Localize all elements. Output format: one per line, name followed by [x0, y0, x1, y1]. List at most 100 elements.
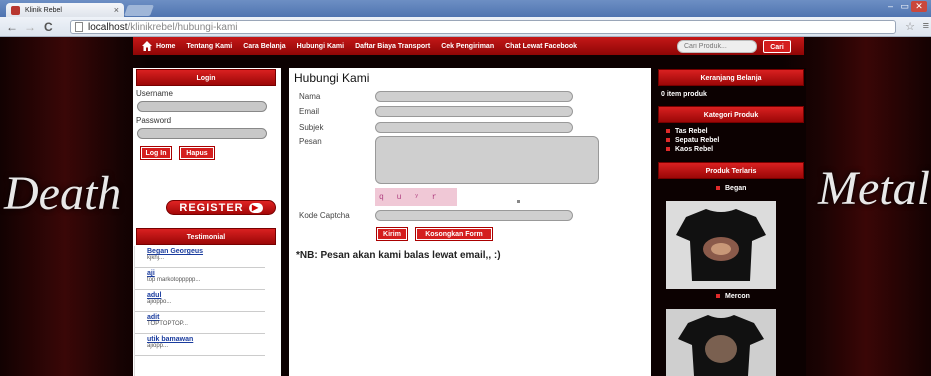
category-item[interactable]: Sepatu Rebel	[666, 136, 719, 145]
nav-tentang-kami[interactable]: Tentang Kami	[186, 43, 232, 50]
nav-cek-pengiriman[interactable]: Cek Pengiriman	[441, 43, 494, 50]
tab-close-icon[interactable]: ×	[114, 5, 119, 15]
nav-hubungi-kami[interactable]: Hubungi Kami	[297, 43, 344, 50]
nav-home[interactable]: Home	[141, 40, 175, 52]
cart-heading: Keranjang Belanja	[658, 69, 804, 86]
category-label: Tas Rebel	[675, 128, 708, 135]
testimonial-message: top markotoppppp...	[147, 277, 201, 283]
browser-tab[interactable]: Klinik Rebel ×	[6, 3, 124, 17]
captcha-marker	[517, 200, 520, 203]
search-button[interactable]: Cari	[763, 40, 791, 53]
new-tab-button[interactable]	[123, 5, 155, 16]
tshirt-icon	[666, 309, 776, 376]
page-title: Hubungi Kami	[294, 71, 370, 85]
category-label: Kaos Rebel	[675, 146, 714, 153]
category-list: Tas Rebel Sepatu Rebel Kaos Rebel	[666, 127, 719, 154]
product-label: Began	[725, 185, 747, 192]
send-button[interactable]: Kirim	[377, 228, 407, 240]
category-item[interactable]: Kaos Rebel	[666, 145, 719, 154]
testimonial-name[interactable]: adit	[147, 312, 253, 321]
contact-form-area: Hubungi Kami Nama Email Subjek Pesan q u…	[289, 68, 651, 376]
reset-button[interactable]: Hapus	[180, 147, 214, 159]
product-image[interactable]	[666, 309, 776, 376]
register-label: REGISTER	[179, 201, 244, 214]
forward-icon[interactable]: →	[24, 20, 36, 34]
list-item: utik bamawan ajiopp...	[135, 334, 265, 356]
list-item: adul ajioppo...	[135, 290, 265, 312]
right-sidebar: Keranjang Belanja 0 item produk Kategori…	[656, 68, 806, 376]
bullet-icon	[716, 186, 720, 191]
reload-icon[interactable]: C	[44, 20, 53, 34]
password-label: Password	[136, 116, 172, 125]
testimonial-message: ajioppo...	[147, 299, 172, 305]
list-item: adit TOPTOPTOP...	[135, 312, 265, 334]
testimonial-name[interactable]: utik bamawan	[147, 334, 253, 343]
register-button[interactable]: REGISTER ▶	[166, 200, 276, 215]
testimonial-name[interactable]: adul	[147, 290, 253, 299]
captcha-image: q u ʸ r ⁶	[375, 188, 457, 222]
username-field[interactable]	[137, 101, 267, 112]
browser-toolbar: ← → C localhost /klinikrebel/hubungi-kam…	[0, 17, 931, 37]
username-label: Username	[136, 89, 173, 98]
list-item: aji top markotoppppp...	[135, 268, 265, 290]
background-text-right: Metal	[818, 162, 930, 215]
email-label: Email	[299, 107, 320, 116]
maximize-icon[interactable]: ▭	[900, 1, 909, 12]
product-label: Mercon	[725, 293, 750, 300]
minimize-icon[interactable]: –	[888, 1, 893, 11]
testimonial-name[interactable]: aji	[147, 268, 253, 277]
product-name[interactable]: Mercon	[716, 293, 750, 300]
pesan-textarea[interactable]	[375, 136, 599, 184]
testimonial-list: Began Georgeus kjkhj... aji top markotop…	[134, 246, 281, 376]
favicon-icon	[11, 5, 20, 15]
bestseller-heading: Produk Terlaris	[658, 162, 804, 179]
nama-label: Nama	[299, 92, 321, 101]
email-field[interactable]	[375, 106, 573, 117]
product-name[interactable]: Began	[716, 185, 746, 192]
nav-daftar-biaya-transport[interactable]: Daftar Biaya Transport	[355, 43, 430, 50]
bullet-icon	[666, 129, 670, 134]
captcha-label: Kode Captcha	[299, 211, 350, 220]
left-sidebar: Login Username Password Log In Hapus REG…	[133, 68, 281, 376]
bookmark-star-icon[interactable]: ☆	[905, 20, 915, 33]
url-path: /klinikrebel/hubungi-kami	[127, 21, 238, 33]
testimonial-name[interactable]: Began Georgeus	[147, 246, 253, 255]
category-item[interactable]: Tas Rebel	[666, 127, 719, 136]
testimonial-message: ajiopp...	[147, 343, 169, 349]
password-field[interactable]	[137, 128, 267, 139]
nav-chat-facebook[interactable]: Chat Lewat Facebook	[505, 43, 577, 50]
arrow-right-icon: ▶	[248, 202, 263, 213]
back-icon[interactable]: ←	[6, 20, 18, 34]
address-bar[interactable]: localhost /klinikrebel/hubungi-kami	[70, 20, 896, 34]
menu-icon[interactable]: ≡	[923, 20, 929, 32]
list-item: Began Georgeus kjkhj...	[135, 246, 265, 268]
page-icon	[75, 22, 83, 32]
login-button[interactable]: Log In	[141, 147, 171, 159]
captcha-field[interactable]	[375, 210, 573, 221]
nav-cara-belanja[interactable]: Cara Belanja	[243, 43, 285, 50]
url-host: localhost	[88, 21, 128, 33]
background-text-left: Death	[4, 167, 122, 220]
home-icon	[142, 41, 152, 51]
testimonial-message: kjkhj...	[147, 255, 165, 261]
nav-home-label: Home	[156, 42, 176, 50]
login-heading: Login	[136, 69, 276, 86]
product-search-input[interactable]	[677, 40, 757, 53]
window-close-icon[interactable]: ✕	[911, 1, 927, 12]
bullet-icon	[716, 294, 720, 299]
clear-form-button[interactable]: Kosongkan Form	[416, 228, 492, 240]
pesan-label: Pesan	[299, 137, 322, 146]
category-heading: Kategori Produk	[658, 106, 804, 123]
bullet-icon	[666, 138, 670, 143]
tshirt-icon	[666, 201, 776, 289]
browser-tab-bar: Klinik Rebel × – ▭ ✕	[0, 0, 931, 17]
subjek-label: Subjek	[299, 123, 324, 132]
testimonial-message: TOPTOPTOP...	[147, 321, 188, 327]
cart-count: 0 item produk	[661, 91, 707, 98]
subjek-field[interactable]	[375, 122, 573, 133]
nama-field[interactable]	[375, 91, 573, 102]
main-navigation: Home Tentang Kami Cara Belanja Hubungi K…	[133, 37, 804, 55]
product-image[interactable]	[666, 201, 776, 289]
tab-title: Klinik Rebel	[25, 6, 62, 14]
category-label: Sepatu Rebel	[675, 137, 720, 144]
